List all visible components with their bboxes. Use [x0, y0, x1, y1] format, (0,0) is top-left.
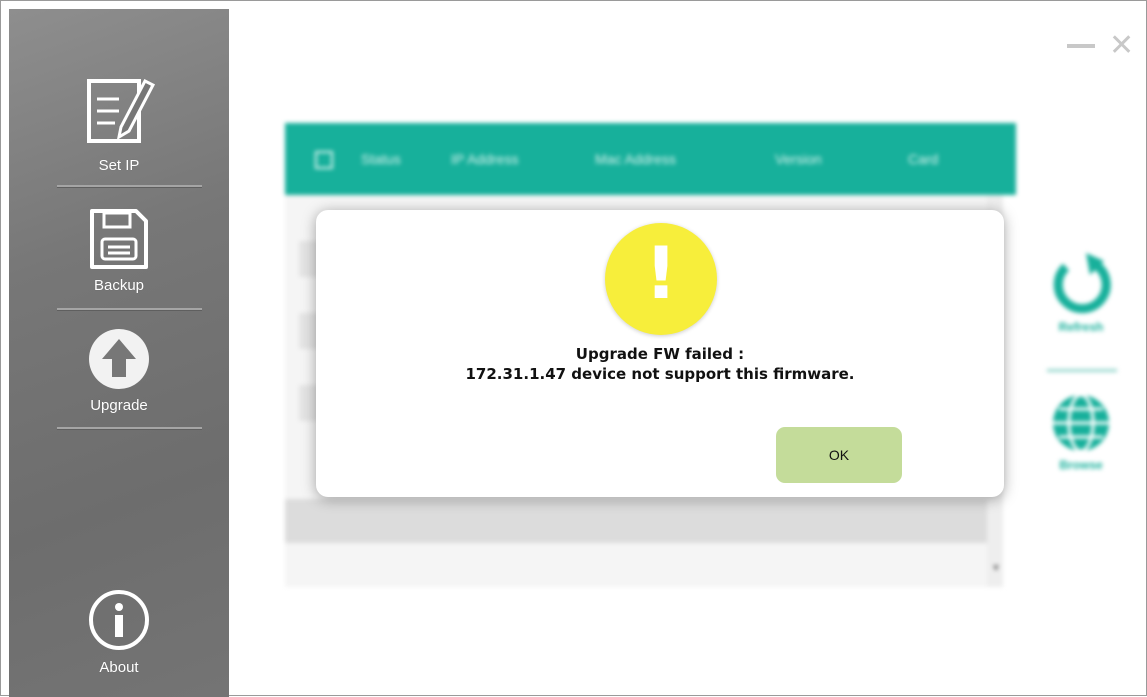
divider	[57, 308, 202, 311]
ok-button[interactable]: OK	[776, 427, 902, 483]
globe-icon	[1053, 393, 1109, 453]
minimize-button[interactable]	[1067, 44, 1095, 48]
sidebar-item-backup[interactable]: Backup	[9, 205, 229, 294]
message-line-2: 172.31.1.47 device not support this firm…	[465, 365, 855, 383]
divider	[57, 427, 202, 430]
select-all-checkbox[interactable]	[315, 151, 333, 169]
floppy-disk-icon	[90, 209, 148, 269]
edit-document-icon	[87, 78, 156, 143]
close-button[interactable]: ✕	[1109, 31, 1134, 61]
message-line-1: Upgrade FW failed :	[575, 345, 745, 363]
sidebar-item-label: About	[99, 659, 139, 676]
dialog-message: Upgrade FW failed : 172.31.1.47 device n…	[316, 344, 1004, 384]
sidebar-item-label: Upgrade	[90, 397, 148, 414]
sidebar-item-set-ip[interactable]: Set IP	[9, 71, 229, 174]
app-window: Set IP Backup Upgrade About ✕ Status IP …	[0, 0, 1147, 697]
column-header-ip[interactable]: IP Address	[451, 151, 518, 167]
column-header-version[interactable]: Version	[775, 151, 822, 167]
table-header: Status IP Address Mac Address Version Ca…	[285, 123, 1016, 195]
sidebar-item-label: Set IP	[98, 157, 140, 174]
sidebar-item-about[interactable]: About	[9, 585, 229, 676]
column-header-mac[interactable]: Mac Address	[595, 151, 676, 167]
refresh-button[interactable]: Refresh	[1046, 247, 1116, 334]
error-dialog: ! Upgrade FW failed : 172.31.1.47 device…	[316, 210, 1004, 497]
browse-label: Browse	[1059, 458, 1103, 472]
refresh-label: Refresh	[1058, 320, 1104, 334]
sidebar-item-upgrade[interactable]: Upgrade	[9, 325, 229, 414]
column-header-status[interactable]: Status	[361, 151, 401, 167]
sidebar-item-label: Backup	[93, 277, 145, 294]
column-header-card[interactable]: Card	[908, 151, 938, 167]
warning-icon: !	[605, 223, 717, 335]
divider	[1047, 369, 1117, 372]
scroll-down-icon[interactable]: ▼	[991, 563, 1001, 574]
refresh-icon	[1053, 253, 1111, 314]
browse-button[interactable]: Browse	[1046, 391, 1116, 472]
upload-arrow-icon	[89, 329, 149, 389]
divider	[57, 185, 202, 188]
exclamation-glyph: !	[644, 231, 678, 315]
table-footer	[285, 499, 989, 543]
info-icon	[89, 590, 149, 650]
sidebar: Set IP Backup Upgrade About	[9, 9, 229, 697]
